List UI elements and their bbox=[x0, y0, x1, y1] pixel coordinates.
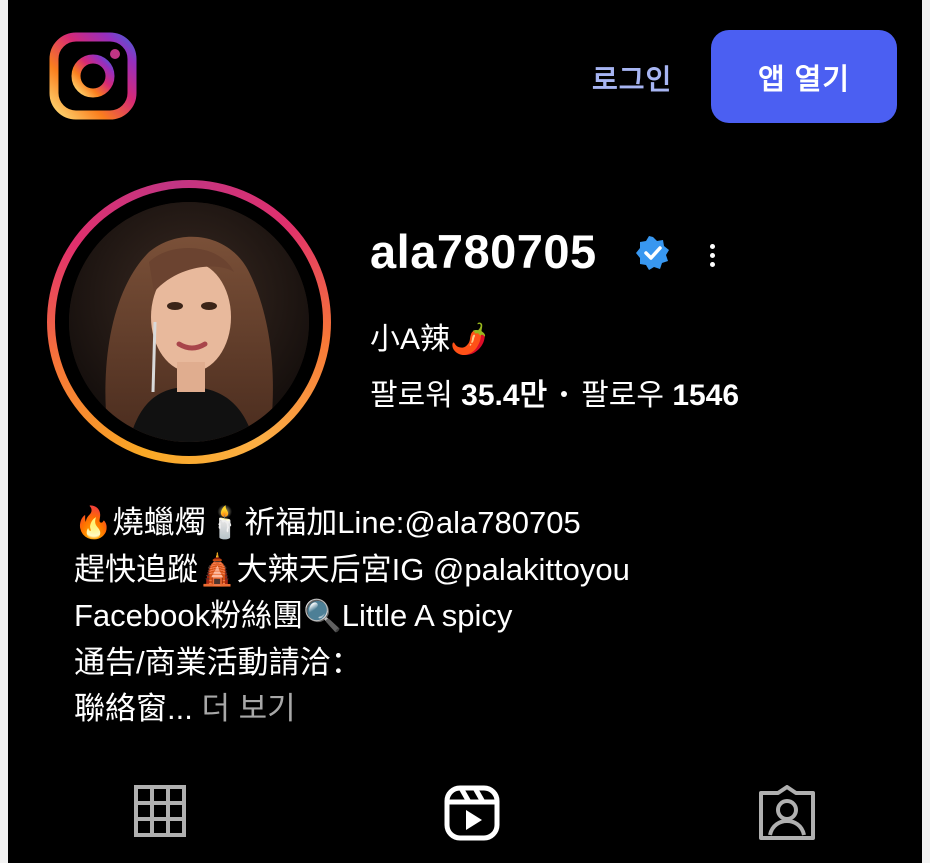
display-name: 小A辣🌶️ bbox=[370, 323, 488, 356]
bio-last-line: 聯絡窗... 더 보기 bbox=[74, 686, 630, 733]
tagged-icon[interactable] bbox=[758, 785, 816, 841]
grid-icon[interactable] bbox=[134, 785, 186, 837]
username: ala780705 bbox=[370, 225, 597, 278]
separator-dot bbox=[561, 391, 568, 398]
see-more-link[interactable]: 더 보기 bbox=[201, 691, 295, 726]
following-label: 팔로우 bbox=[581, 379, 664, 412]
bio-line: Facebook粉絲團🔍Little A spicy bbox=[74, 598, 513, 633]
bio-line: 聯絡窗... bbox=[74, 691, 193, 726]
open-app-button[interactable]: 앱 열기 bbox=[711, 30, 897, 123]
bio-line: 趕快追蹤🛕大辣天后宮IG @palakittoyou bbox=[74, 551, 630, 587]
bio-line: 通告/商業活動請洽： bbox=[74, 644, 362, 680]
bio-line: 🔥燒蠟燭🕯️祈福加Line:@ala780705 bbox=[74, 505, 581, 540]
follow-counts: 팔로워 35.4만 팔로우 1546 bbox=[370, 370, 739, 414]
story-ring[interactable] bbox=[47, 180, 331, 464]
followers-count[interactable]: 35.4만 bbox=[461, 379, 547, 412]
followers-label: 팔로워 bbox=[370, 379, 453, 412]
screen-edge-left bbox=[0, 0, 8, 863]
verified-badge-icon bbox=[636, 236, 670, 270]
bio: 🔥燒蠟燭🕯️祈福加Line:@ala780705 趕快追蹤🛕大辣天后宮IG @p… bbox=[74, 500, 630, 733]
screen-edge-right bbox=[922, 0, 930, 863]
reels-icon[interactable] bbox=[444, 785, 500, 841]
login-link[interactable]: 로그인 bbox=[592, 58, 672, 98]
more-options-icon[interactable] bbox=[702, 240, 722, 276]
instagram-logo-icon[interactable] bbox=[49, 32, 137, 120]
avatar[interactable] bbox=[69, 202, 309, 442]
following-count[interactable]: 1546 bbox=[672, 379, 739, 412]
